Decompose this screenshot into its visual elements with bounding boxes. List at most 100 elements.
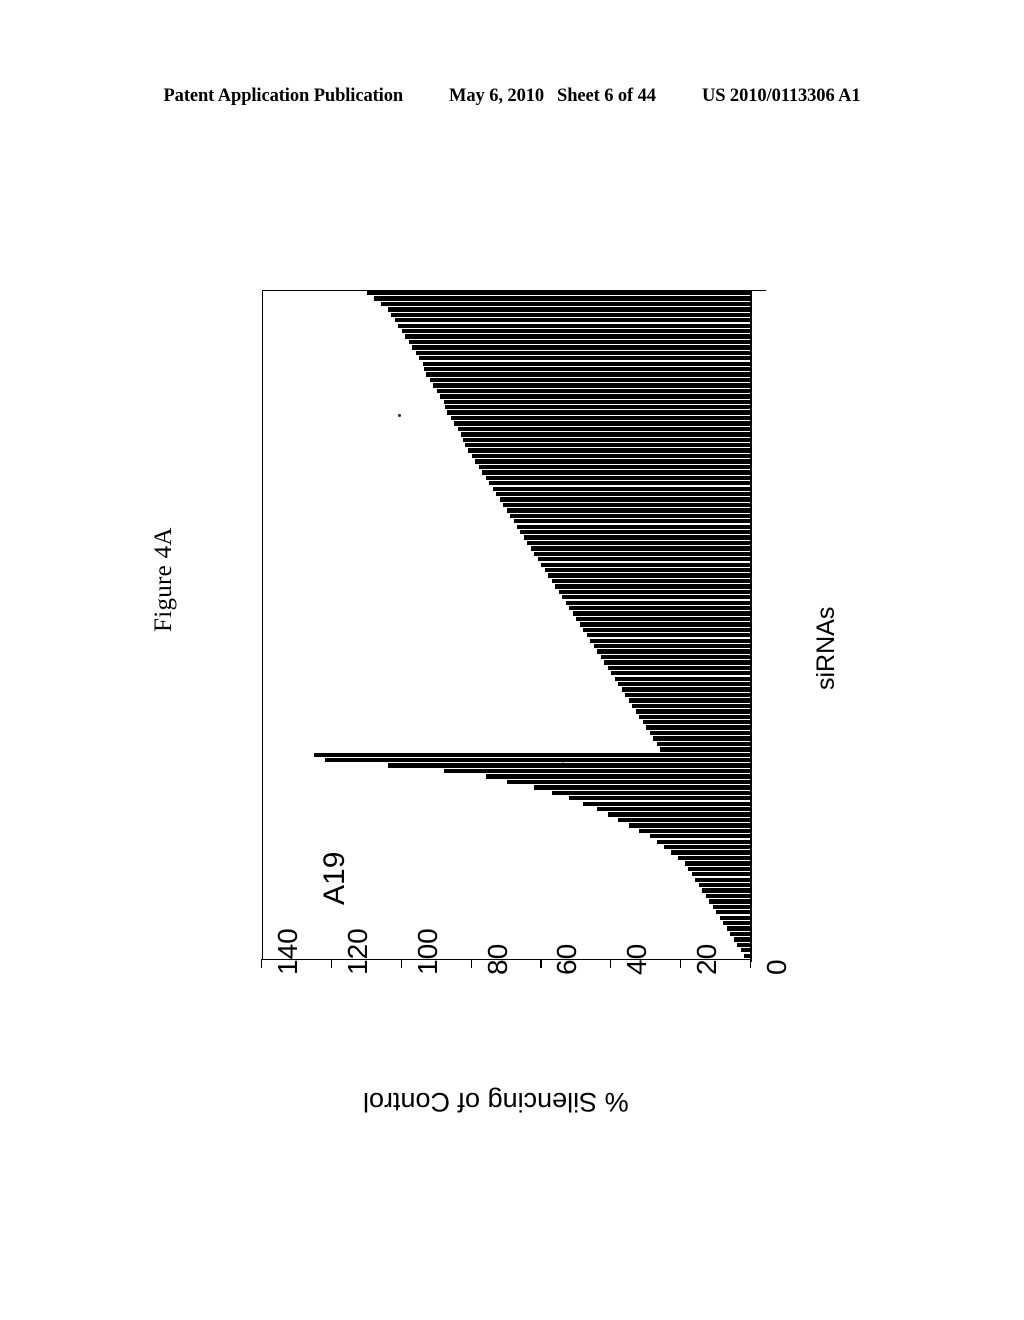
- bar: [737, 942, 751, 948]
- bar: [656, 741, 751, 747]
- figure-caption: Figure 4A: [150, 527, 177, 632]
- bar: [646, 725, 751, 730]
- bar: [614, 676, 751, 681]
- axis-tick-label: 40: [621, 943, 653, 975]
- bar: [426, 372, 751, 377]
- bar: [440, 394, 751, 399]
- bar: [744, 953, 751, 958]
- bar: [649, 834, 751, 839]
- bar: [569, 796, 751, 801]
- bar: [558, 589, 751, 595]
- bar: [723, 920, 751, 926]
- bar: [649, 730, 751, 736]
- bar: [506, 779, 751, 785]
- bar: [590, 638, 751, 643]
- bar: [422, 361, 751, 366]
- bar: [387, 307, 751, 312]
- bar: [597, 806, 751, 812]
- scan-speck: [398, 414, 401, 417]
- bar: [461, 432, 751, 437]
- bar: [387, 763, 751, 768]
- axis-tick-label: 0: [761, 959, 792, 975]
- bar: [433, 383, 751, 388]
- bar: [576, 616, 751, 622]
- bar: [419, 356, 751, 361]
- bar: [391, 312, 751, 318]
- axis-tick: [540, 959, 542, 968]
- bar: [740, 948, 751, 953]
- axis-tick: [470, 959, 472, 968]
- bar: [562, 595, 751, 600]
- bar: [468, 448, 751, 453]
- bar: [548, 573, 751, 578]
- axis-tick-label: 120: [341, 928, 373, 975]
- bar: [555, 584, 751, 589]
- axis-tick-label: 80: [481, 943, 513, 975]
- axis-tick: [330, 959, 333, 968]
- bar: [684, 861, 751, 866]
- bar: [712, 904, 751, 910]
- bar: [489, 481, 751, 486]
- bar: [443, 399, 751, 404]
- y-axis-title: % Silencing of Control: [363, 1087, 629, 1117]
- bar: [523, 535, 751, 540]
- bar: [691, 872, 751, 877]
- bar: [642, 720, 751, 725]
- bar: [632, 703, 751, 709]
- axis-tick: [680, 959, 682, 968]
- axis-tick-label: 60: [551, 943, 583, 975]
- bar: [607, 665, 751, 671]
- bar: [506, 508, 751, 513]
- bar: [583, 801, 751, 806]
- bar: [436, 388, 751, 394]
- bar: [593, 644, 751, 649]
- bar: [730, 931, 751, 937]
- bar: [625, 692, 751, 698]
- bar: [716, 910, 751, 915]
- bar: [663, 844, 751, 850]
- bar: [485, 475, 751, 480]
- bar: [537, 557, 751, 562]
- bar: [639, 714, 751, 719]
- bar: [688, 866, 751, 871]
- bar: [733, 937, 751, 942]
- bar: [569, 605, 751, 611]
- bar: [464, 443, 751, 448]
- bar: [611, 671, 751, 676]
- bar: [597, 649, 751, 654]
- bar: [482, 470, 751, 475]
- bar: [415, 350, 751, 356]
- a19-annotation: A19: [318, 851, 351, 905]
- bar: [462, 437, 751, 442]
- bar: [510, 513, 751, 518]
- bar: [457, 426, 751, 432]
- axis-tick: [400, 959, 402, 968]
- bar: [443, 768, 751, 774]
- bar: [471, 453, 751, 459]
- bar: [424, 367, 751, 372]
- bar: [677, 855, 751, 861]
- bar: [653, 736, 751, 741]
- bar: [445, 405, 751, 410]
- bar: [639, 828, 751, 833]
- x-axis-title: siRNAs: [812, 606, 840, 690]
- bar: [496, 491, 751, 497]
- bar: [534, 785, 751, 790]
- bar: [698, 882, 751, 888]
- bar: [401, 329, 751, 334]
- bar: [447, 410, 751, 415]
- bar: [583, 627, 751, 633]
- bar: [516, 524, 751, 529]
- bar: [695, 877, 751, 882]
- bar: [621, 687, 751, 692]
- bar: [618, 817, 751, 823]
- bar: [660, 747, 751, 752]
- bar: [551, 578, 751, 584]
- bar: [492, 486, 751, 491]
- bar: [408, 339, 751, 345]
- bar: [604, 660, 751, 665]
- figure-4a: Figure 4A 140 120 100 80 60 40 20 0 siRNAs % Si…: [0, 0, 1024, 1320]
- bar: [544, 567, 751, 573]
- bar: [373, 296, 751, 301]
- bar: [530, 546, 751, 551]
